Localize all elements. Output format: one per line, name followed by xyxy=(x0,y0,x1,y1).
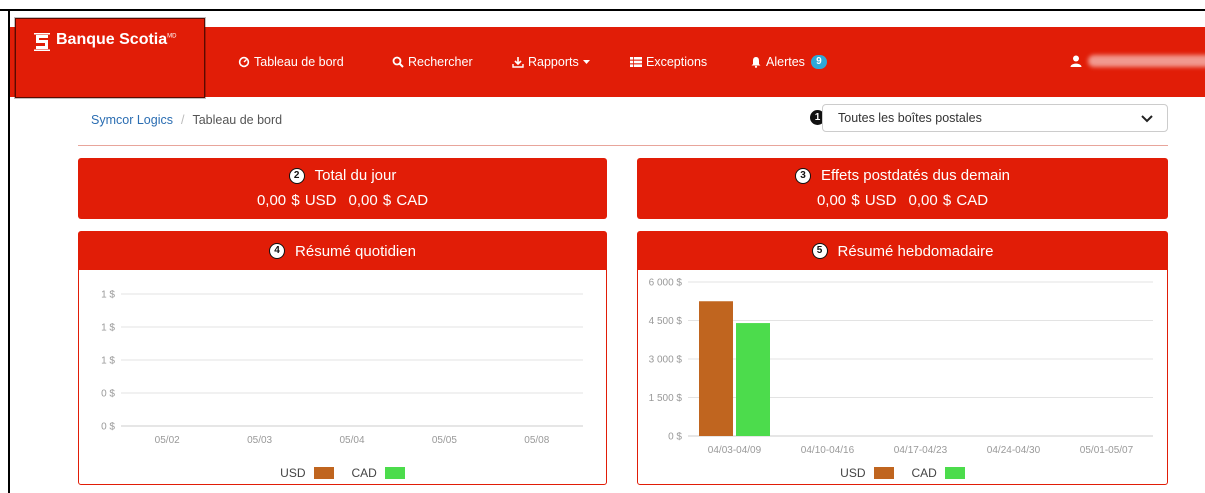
postdated-usd-value: 0,00 $ USD xyxy=(816,192,897,209)
panel-title-text: Effets postdatés dus demain xyxy=(820,167,1010,184)
chevron-down-icon xyxy=(1141,115,1153,123)
panel-resume-quotidien-header: 4 Résumé quotidien xyxy=(79,232,606,270)
window-top-edge xyxy=(0,9,1205,11)
brand-name: Banque ScotiaMD xyxy=(56,31,176,49)
x-tick-label: 04/10-04/16 xyxy=(801,445,855,456)
legend-cad-swatch xyxy=(384,467,405,479)
y-tick-label: 1 500 $ xyxy=(649,393,683,404)
brand-mark: MD xyxy=(167,33,177,40)
nav-rechercher[interactable]: Rechercher xyxy=(392,55,473,69)
nav-exceptions[interactable]: Exceptions xyxy=(630,55,707,69)
x-tick-label: 05/02 xyxy=(155,435,180,446)
user-menu[interactable] xyxy=(1070,55,1205,67)
x-tick-label: 05/01-05/07 xyxy=(1080,445,1134,456)
panel-resume-hebdomadaire: 5 Résumé hebdomadaire 6 000 $ 4 500 $ 3 00… xyxy=(637,231,1168,485)
daily-chart: 1 $ 1 $ 1 $ 0 $ 0 $ 05/02 05/03 05/04 05/05 05/08 xyxy=(101,290,583,446)
panel-total-du-jour: 2 Total du jour 0,00 $ USD 0,00 $ CAD xyxy=(78,158,607,219)
x-tick-label: 05/08 xyxy=(524,435,549,446)
mailbox-select-value: Toutes les boîtes postales xyxy=(838,111,982,125)
header-divider xyxy=(78,145,1168,146)
x-tick-label: 05/04 xyxy=(339,435,364,446)
y-tick-label: 6 000 $ xyxy=(649,278,683,289)
bell-icon xyxy=(751,57,761,68)
weekly-chart: 6 000 $ 4 500 $ 3 000 $ 1 500 $ 0 $ 04/03-04/… xyxy=(649,278,1153,456)
y-tick-label: 1 $ xyxy=(101,356,115,367)
daily-legend: USD CAD xyxy=(79,466,606,480)
list-icon xyxy=(630,56,642,68)
breadcrumb-separator: / xyxy=(180,113,185,127)
breadcrumb-root-link[interactable]: Symcor Logics xyxy=(91,113,173,127)
nav-label: Rapports xyxy=(528,55,579,69)
nav-label: Rechercher xyxy=(408,55,473,69)
panel-effets-postdates-title: 3 Effets postdatés dus demain xyxy=(637,167,1168,184)
breadcrumb-current: Tableau de bord xyxy=(192,113,283,127)
nav-tableau-de-bord[interactable]: Tableau de bord xyxy=(238,55,344,69)
postdated-cad-value: 0,00 $ CAD xyxy=(908,192,989,209)
step-3-marker: 3 xyxy=(794,167,811,184)
dashboard-icon xyxy=(238,56,250,68)
bar-cad xyxy=(736,323,770,436)
legend-cad-swatch xyxy=(944,467,965,479)
panel-total-du-jour-title: 2 Total du jour xyxy=(78,167,607,184)
user-icon xyxy=(1070,55,1082,67)
x-tick-label: 04/03-04/09 xyxy=(708,445,762,456)
y-tick-label: 0 $ xyxy=(101,422,115,433)
alert-count-badge: 9 xyxy=(810,55,827,69)
step-2-marker: 2 xyxy=(288,167,305,184)
caret-down-icon xyxy=(582,59,590,64)
user-name-redacted xyxy=(1088,55,1205,67)
nav-alertes[interactable]: Alertes 9 xyxy=(750,55,827,69)
legend-cad-label: CAD xyxy=(911,466,937,480)
total-usd-value: 0,00 $ USD xyxy=(256,192,337,209)
download-icon xyxy=(512,57,524,68)
nav-label: Exceptions xyxy=(646,55,708,69)
panel-resume-quotidien: 4 Résumé quotidien 1 $ 1 $ 1 $ 0 $ 0 $ 05/02 0… xyxy=(78,231,607,485)
step-4-marker: 4 xyxy=(269,243,286,259)
legend-usd-label: USD xyxy=(840,466,866,480)
y-tick-label: 1 $ xyxy=(101,323,115,334)
panel-total-du-jour-values: 0,00 $ USD 0,00 $ CAD xyxy=(78,192,607,209)
window-left-edge xyxy=(8,10,10,493)
weekly-legend: USD CAD xyxy=(638,466,1167,480)
y-tick-label: 0 $ xyxy=(668,432,682,443)
panel-title-text: Total du jour xyxy=(314,167,397,184)
x-tick-label: 05/03 xyxy=(247,435,272,446)
legend-usd-swatch xyxy=(313,467,334,479)
brand-name-text: Banque Scotia xyxy=(56,31,168,48)
breadcrumb: Symcor Logics / Tableau de bord xyxy=(91,113,282,127)
bar-usd xyxy=(699,301,733,436)
x-tick-label: 05/05 xyxy=(432,435,457,446)
y-tick-label: 3 000 $ xyxy=(649,355,683,366)
nav-rapports[interactable]: Rapports xyxy=(512,55,590,69)
panel-title-text: Résumé hebdomadaire xyxy=(837,242,994,260)
mailbox-select[interactable]: Toutes les boîtes postales xyxy=(822,104,1168,132)
nav-label: Alertes xyxy=(766,55,805,69)
legend-usd-label: USD xyxy=(280,466,306,480)
x-tick-label: 04/17-04/23 xyxy=(894,445,948,456)
legend-usd-swatch xyxy=(873,467,894,479)
panel-effets-postdates-values: 0,00 $ USD 0,00 $ CAD xyxy=(637,192,1168,209)
panel-resume-hebdomadaire-header: 5 Résumé hebdomadaire xyxy=(638,232,1167,270)
panel-effets-postdates: 3 Effets postdatés dus demain 0,00 $ USD… xyxy=(637,158,1168,219)
y-tick-label: 0 $ xyxy=(101,389,115,400)
legend-cad-label: CAD xyxy=(351,466,377,480)
brand-logo-box[interactable]: Banque ScotiaMD xyxy=(15,18,205,98)
search-icon xyxy=(392,56,404,68)
y-tick-label: 1 $ xyxy=(101,290,115,301)
nav-label: Tableau de bord xyxy=(254,55,344,69)
step-5-marker: 5 xyxy=(811,243,828,259)
scotia-logo-icon xyxy=(34,33,50,51)
x-tick-label: 04/24-04/30 xyxy=(987,445,1041,456)
y-tick-label: 4 500 $ xyxy=(649,316,683,327)
panel-title-text: Résumé quotidien xyxy=(295,242,416,260)
total-cad-value: 0,00 $ CAD xyxy=(348,192,429,209)
